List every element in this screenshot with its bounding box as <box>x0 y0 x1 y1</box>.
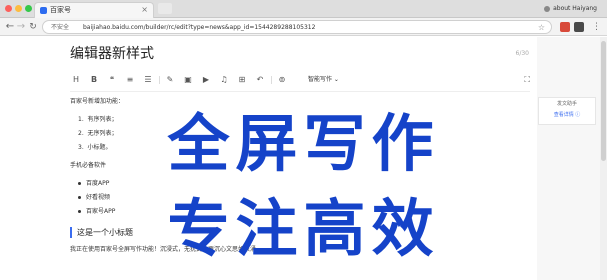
url-text[interactable]: baijiahao.baidu.com/builder/rc/edit?type… <box>83 22 315 33</box>
tab-title: 百家号 <box>50 6 71 14</box>
toolbar-divider-line <box>70 91 530 92</box>
settings-icon[interactable]: ⊚ <box>276 73 288 87</box>
paragraph: 百家号新增加功能： <box>70 98 125 105</box>
toolbar-divider <box>271 76 272 84</box>
smart-write-dropdown[interactable]: 智能写作 ⌄ <box>308 73 339 87</box>
fullscreen-icon[interactable]: ⛶ <box>524 73 530 87</box>
new-tab-button[interactable] <box>158 3 172 14</box>
person-icon <box>544 5 551 12</box>
minimize-window-button[interactable] <box>15 5 22 12</box>
profile-label: about Haiyang <box>553 5 597 12</box>
browser-toolbar: ← → ↻ 不安全 baijiahao.baidu.com/builder/rc… <box>0 18 607 36</box>
security-label[interactable]: 不安全 <box>51 22 69 33</box>
unordered-list-item-text: 百度APP <box>86 180 110 187</box>
browser-tab[interactable]: 百家号 × <box>34 2 154 18</box>
address-bar[interactable]: 不安全 baijiahao.baidu.com/builder/rc/edit?… <box>42 20 552 34</box>
format-toolbar: H B ❝ ≡ ☰ ✎ ▣ ▶ ♫ ⊞ ↶ ⊚ 智能写作 ⌄ ⛶ <box>70 73 530 87</box>
reload-icon[interactable]: ↻ <box>27 20 39 34</box>
title-word-count: 6/30 <box>515 50 529 57</box>
overlay-caption-line-1: 全屏写作 <box>167 107 440 180</box>
bold-button[interactable]: B <box>88 73 100 87</box>
baijiahao-favicon-icon <box>40 7 47 14</box>
table-icon[interactable]: ⊞ <box>236 73 248 87</box>
image-icon[interactable]: ▣ <box>182 73 194 87</box>
undo-icon[interactable]: ↶ <box>254 73 266 87</box>
tab-close-icon[interactable]: × <box>141 4 148 16</box>
extension-icon[interactable] <box>574 22 584 32</box>
maximize-window-button[interactable] <box>25 5 32 12</box>
unordered-list-button[interactable]: ☰ <box>142 73 154 87</box>
pen-icon[interactable]: ✎ <box>164 73 176 87</box>
heading-button[interactable]: H <box>70 73 82 87</box>
profile-button[interactable]: about Haiyang <box>540 2 601 15</box>
quote-button[interactable]: ❝ <box>106 73 118 87</box>
article-title-input[interactable]: 编辑器新样式 <box>70 45 154 63</box>
bullet-icon <box>78 182 81 185</box>
forward-icon[interactable]: → <box>15 20 27 34</box>
extension-icon[interactable] <box>560 22 570 32</box>
browser-tab-bar: 百家号 × about Haiyang <box>0 0 607 18</box>
close-window-button[interactable] <box>5 5 12 12</box>
overlay-caption-line-2: 专注高效 <box>167 192 440 265</box>
star-icon[interactable]: ☆ <box>538 22 545 33</box>
audio-icon[interactable]: ♫ <box>218 73 230 87</box>
video-icon[interactable]: ▶ <box>200 73 212 87</box>
menu-icon[interactable]: ⋮ <box>592 20 601 34</box>
ordered-list-button[interactable]: ≡ <box>124 73 136 87</box>
toolbar-divider <box>159 76 160 84</box>
